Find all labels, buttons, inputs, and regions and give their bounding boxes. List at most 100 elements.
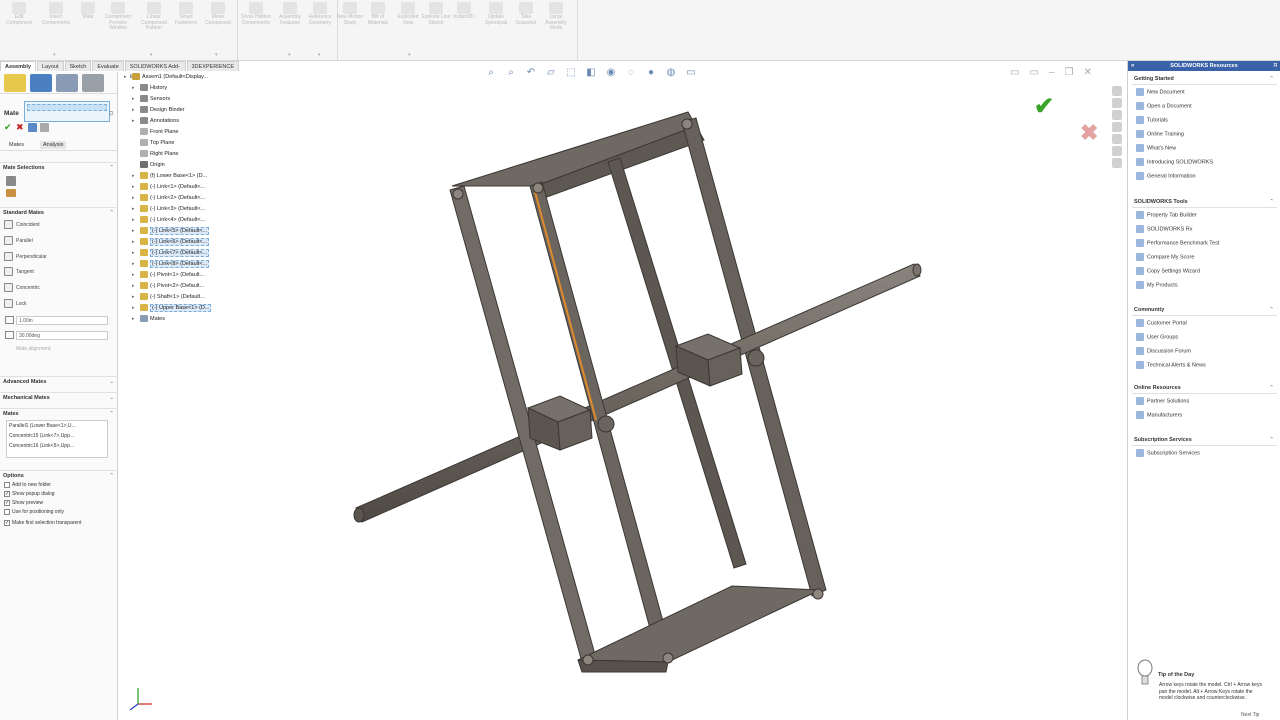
mate-button[interactable]: Mate	[72, 0, 104, 21]
expand-arrow-icon[interactable]: ▸	[132, 94, 140, 105]
tree-item[interactable]: ▸ (-) Link<6> (Default<...	[132, 237, 210, 248]
option-use-for-positioning[interactable]: Use for positioning only	[4, 508, 64, 517]
assembly-features-button[interactable]: Assembly Features	[274, 0, 306, 26]
resources-link[interactable]: Discussion Forum	[1136, 347, 1191, 355]
expand-arrow-icon[interactable]: ▸	[132, 303, 140, 314]
resources-link[interactable]: SOLIDWORKS Rx	[1136, 225, 1193, 233]
view-palette-icon[interactable]	[1112, 122, 1122, 132]
tree-item[interactable]: ▸ Assem1 (Default<Display...	[124, 72, 208, 83]
chevron-down-icon[interactable]: ▾	[318, 52, 324, 58]
expand-arrow-icon[interactable]: ▸	[132, 193, 140, 204]
minimize-icon[interactable]: –	[1049, 67, 1055, 81]
option-show-popup-dialog[interactable]: ✓ Show popup dialog	[4, 490, 55, 499]
expand-arrow-icon[interactable]: ▸	[132, 182, 140, 193]
confirm-ok-check-icon[interactable]: ✔	[1034, 92, 1054, 121]
mechanical-mates-header[interactable]: Mechanical Mates ⌄	[0, 392, 118, 402]
chevron-down-icon[interactable]: ▾	[53, 52, 59, 58]
expand-icon[interactable]: ▭	[1029, 67, 1038, 81]
tab-evaluate[interactable]: Evaluate	[92, 61, 124, 71]
home-icon[interactable]	[1112, 86, 1122, 96]
resources-link[interactable]: General Information	[1136, 172, 1196, 180]
resources-link[interactable]: Copy Settings Wizard	[1136, 267, 1200, 275]
expand-arrow-icon[interactable]: ▸	[132, 215, 140, 226]
confirm-cancel-x-icon[interactable]: ✖	[1080, 120, 1098, 146]
tab-assembly[interactable]: Assembly	[0, 61, 36, 71]
perpendicular-mate[interactable]: Perpendicular	[4, 251, 47, 263]
show-hidden-components-button[interactable]: Show Hidden Components	[240, 0, 272, 26]
tree-item[interactable]: ▸ (-) Link<2> (Default<...	[132, 193, 205, 204]
reference-geometry-button[interactable]: Reference Geometry	[304, 0, 336, 26]
standard-mates-header[interactable]: Standard Mates ⌃	[0, 207, 118, 217]
options-header[interactable]: Options ⌃	[0, 470, 118, 480]
checkbox-checked[interactable]: ✓	[4, 499, 10, 506]
mates-list[interactable]: Parallel1 (Lower Base<1>,U... Concentric…	[6, 420, 108, 458]
chevron-down-icon[interactable]: ▾	[215, 52, 221, 58]
tree-item[interactable]: ▸ (-) Link<8> (Default<...	[132, 259, 210, 270]
resources-section-header[interactable]: Subscription Services ⌃	[1134, 437, 1274, 443]
resources-link[interactable]: Introducing SOLIDWORKS	[1136, 158, 1213, 166]
resources-link[interactable]: User Groups	[1136, 333, 1178, 341]
tree-item[interactable]: ▸ History	[132, 83, 167, 94]
tree-item[interactable]: ▸ (-) Link<7> (Default<...	[132, 248, 210, 259]
advanced-mates-header[interactable]: Advanced Mates ⌄	[0, 376, 118, 386]
resources-link[interactable]: Online Training	[1136, 130, 1184, 138]
ok-check-icon[interactable]: ✔	[4, 122, 12, 133]
tree-item[interactable]: ▸ (-) Upper Base<1> (D...	[132, 303, 212, 314]
resources-section-header[interactable]: Community ⌃	[1134, 307, 1274, 313]
chevron-down-icon[interactable]: ▾	[408, 52, 414, 58]
section-view-icon[interactable]: ▱	[544, 66, 558, 80]
tree-item[interactable]: ▸ (-) Link<1> (Default<...	[132, 182, 205, 193]
tree-item[interactable]: ▸ (-) Link<4> (Default<...	[132, 215, 205, 226]
resources-link[interactable]: Technical Alerts & News	[1136, 361, 1206, 369]
resources-link[interactable]: My Products	[1136, 281, 1178, 289]
next-tip-link[interactable]: Next Tip	[1241, 712, 1259, 718]
zoom-to-fit-icon[interactable]: ⌕	[484, 66, 498, 80]
apply-scene-icon[interactable]: ◍	[664, 66, 678, 80]
property-manager-icon[interactable]	[30, 74, 52, 92]
resources-link[interactable]: Subscription Services	[1136, 449, 1200, 457]
undo-icon[interactable]	[28, 123, 37, 132]
coincident-mate[interactable]: Coincident	[4, 219, 40, 231]
expand-arrow-icon[interactable]: ▸	[124, 72, 132, 83]
expand-arrow-icon[interactable]: ▸	[132, 292, 140, 303]
tab-3dexperience[interactable]: 3DEXPERIENCE	[186, 61, 239, 71]
tangent-mate[interactable]: Tangent	[4, 266, 34, 278]
tree-item[interactable]: ▸ (-) Link<5> (Default<...	[132, 226, 210, 237]
tree-item[interactable]: Right Plane	[132, 149, 178, 160]
tree-item[interactable]: ▸ (-) Pivot<2> (Default...	[132, 281, 204, 292]
component-preview-window-button[interactable]: Component Preview Window	[102, 0, 134, 32]
appearances-icon[interactable]	[1112, 134, 1122, 144]
close-icon[interactable]: ✕	[1083, 67, 1091, 81]
list-item[interactable]: Concentric16 (Link<5>,Upp...	[7, 441, 107, 451]
parallel-mate[interactable]: Parallel	[4, 235, 33, 247]
shaft[interactable]	[355, 263, 921, 523]
expand-arrow-icon[interactable]: ▸	[132, 226, 140, 237]
tree-item[interactable]: ▸ (-) Pivot<1> (Default...	[132, 270, 204, 281]
cancel-x-icon[interactable]: ✖	[16, 122, 24, 133]
previous-view-icon[interactable]: ↶	[524, 66, 538, 80]
graphics-area-model[interactable]	[300, 90, 980, 710]
view-orientation-icon[interactable]: ◧	[584, 66, 598, 80]
tree-item[interactable]: ▸ (-) Link<3> (Default<...	[132, 204, 205, 215]
expand-arrow-icon[interactable]: ▸	[132, 314, 140, 325]
checkbox[interactable]	[4, 481, 10, 488]
option-make-first-selection-transparent[interactable]: ✓ Make first selection transparent	[4, 519, 81, 528]
option-add-to-new-folder[interactable]: Add to new folder	[4, 481, 51, 490]
view-settings-icon[interactable]: ▭	[684, 66, 698, 80]
display-style-icon[interactable]: ◉	[604, 66, 618, 80]
tree-item[interactable]: ▸ Sensors	[132, 94, 170, 105]
lock-mate[interactable]: Lock	[4, 298, 27, 310]
tree-item[interactable]: ▸ Mates	[132, 314, 165, 325]
mate-selections-header[interactable]: Mate Selections ⌃	[0, 162, 118, 172]
tree-item[interactable]: ▸ Design Binder	[132, 105, 185, 116]
tree-item[interactable]: Front Plane	[132, 127, 178, 138]
tree-item[interactable]: Origin	[132, 160, 165, 171]
edit-component-button[interactable]: Edit Component	[3, 0, 35, 26]
double-chevron-icon[interactable]: «	[1131, 61, 1134, 71]
large-assembly-mode-button[interactable]: Large Assembly Mode	[540, 0, 572, 32]
resources-link[interactable]: Performance Benchmark Test	[1136, 239, 1219, 247]
edit-appearance-icon[interactable]: ●	[644, 66, 658, 80]
dynamic-annotation-icon[interactable]: ⬚	[564, 66, 578, 80]
resources-section-header[interactable]: Getting Started ⌃	[1134, 76, 1274, 82]
tile-icon[interactable]: ▭	[1010, 67, 1019, 81]
